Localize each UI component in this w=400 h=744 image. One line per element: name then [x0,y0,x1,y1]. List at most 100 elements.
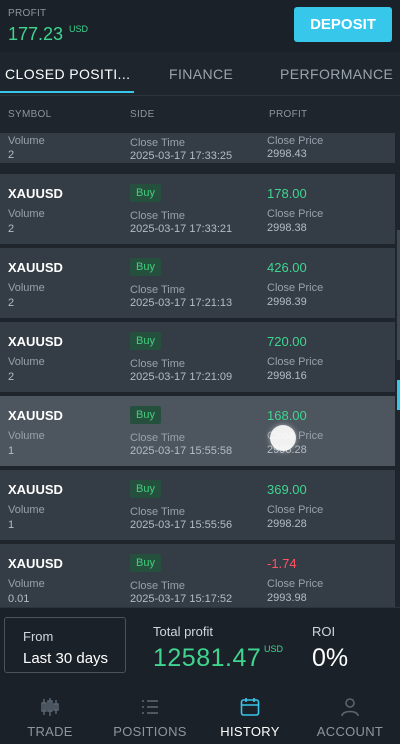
candlestick-icon [41,698,59,716]
side-badge: Buy [130,184,161,202]
close-time-value: 2025-03-17 17:33:25 [130,150,233,162]
profit-value: -1.74 [267,556,297,571]
volume-value: 0.01 [8,593,30,605]
volume-value: 1 [8,445,15,457]
position-row[interactable]: XAUUSD Volume 2 Buy Close Time 2025-03-1… [0,248,395,318]
close-time-label: Close Time [130,137,186,149]
close-price-value: 2998.39 [267,296,307,308]
nav-trade[interactable]: TRADE [0,684,100,744]
profit-unit: USD [69,24,89,34]
date-range-value: Last 30 days [23,650,109,667]
close-time-value: 2025-03-17 17:21:09 [130,371,233,383]
profit-value: 426.00 [267,260,307,275]
side-badge: Buy [130,406,161,424]
profit-value: 720.00 [267,334,307,349]
position-row[interactable]: XAUUSD Volume 2 Buy Close Time 2025-03-1… [0,322,395,392]
total-profit-unit: USD [264,644,284,654]
nav-history-label: HISTORY [220,724,280,739]
volume-value: 2 [8,223,15,235]
profit-value: 177.23 [8,24,64,44]
close-time-value: 2025-03-17 15:55:58 [130,445,233,457]
side-badge: Buy [130,332,161,350]
close-price-label: Close Price [267,208,324,220]
nav-positions-label: POSITIONS [113,724,187,739]
top-bar: PROFIT 177.23 USD DEPOSIT [0,0,400,52]
list-icon [142,700,158,714]
nav-positions[interactable]: POSITIONS [100,684,200,744]
close-price-value: 2998.38 [267,222,307,234]
close-time-label: Close Time [130,580,186,592]
symbol: XAUUSD [8,482,63,497]
symbol: XAUUSD [8,556,63,571]
user-icon [341,698,359,717]
total-profit-label: Total profit [153,624,213,639]
close-time-value: 2025-03-17 17:33:21 [130,223,233,235]
close-price-value: 2998.43 [267,148,307,160]
roi-label: ROI [312,624,336,639]
close-price-value: 2998.16 [267,370,307,382]
close-price-label: Close Price [267,282,324,294]
calendar-icon [240,698,260,716]
symbol: XAUUSD [8,408,63,423]
close-time-label: Close Time [130,210,186,222]
close-price-label: Close Price [267,135,324,147]
tab-closed-positions[interactable]: CLOSED POSITI... [5,52,130,95]
close-price-label: Close Price [267,356,324,368]
profit-label: PROFIT [8,8,47,19]
volume-label: Volume [8,356,45,368]
tab-performance[interactable]: PERFORMANCE [280,52,393,95]
volume-value: 2 [8,371,15,383]
volume-label: Volume [8,208,45,220]
touch-indicator [270,425,296,451]
close-time-value: 2025-03-17 15:55:56 [130,519,233,531]
nav-account-label: ACCOUNT [316,724,384,739]
position-row[interactable]: XAUUSD Volume 2 Buy Close Time 2025-03-1… [0,174,395,244]
profit-value: 178.00 [267,186,307,201]
close-price-label: Close Price [267,578,324,590]
active-tab-indicator [0,91,134,93]
volume-label: Volume [8,504,45,516]
column-profit: PROFIT [269,109,308,120]
volume-label: Volume [8,135,45,147]
nav-trade-label: TRADE [27,724,73,739]
position-row[interactable]: XAUUSD Volume 1 Buy Close Time 2025-03-1… [0,470,395,540]
volume-value: 2 [8,149,15,161]
close-price-value: 2993.98 [267,592,307,604]
close-time-value: 2025-03-17 15:17:52 [130,593,233,605]
history-tabs: CLOSED POSITI... FINANCE PERFORMANCE [0,52,400,95]
close-price-label: Close Price [267,504,324,516]
position-row-selected[interactable]: XAUUSD Volume 1 Buy Close Time 2025-03-1… [0,396,395,466]
date-range-label: From [23,629,54,644]
nav-history[interactable]: HISTORY [200,684,300,744]
tab-finance[interactable]: FINANCE [169,52,233,95]
close-time-label: Close Time [130,358,186,370]
date-range-selector[interactable]: From Last 30 days [4,617,126,673]
column-side: SIDE [130,109,155,120]
column-header: SYMBOL SIDE PROFIT [0,95,400,133]
close-time-value: 2025-03-17 17:21:13 [130,297,233,309]
volume-value: 1 [8,519,15,531]
side-badge: Buy [130,258,161,276]
position-row[interactable]: Volume 2 Close Time 2025-03-17 17:33:25 … [0,133,395,163]
nav-account[interactable]: ACCOUNT [300,684,400,744]
volume-value: 2 [8,297,15,309]
closed-positions-list[interactable]: Volume 2 Close Time 2025-03-17 17:33:25 … [0,133,400,607]
roi-value: 0% [312,644,349,672]
total-profit-value: 12581.47 [153,644,262,672]
side-badge: Buy [130,554,161,572]
profit-value: 369.00 [267,482,307,497]
volume-label: Volume [8,282,45,294]
symbol: XAUUSD [8,334,63,349]
symbol: XAUUSD [8,186,63,201]
profit-summary: From Last 30 days Total profit 12581.47 … [0,607,400,684]
close-time-label: Close Time [130,506,186,518]
symbol: XAUUSD [8,260,63,275]
deposit-button[interactable]: DEPOSIT [294,7,392,42]
close-price-value: 2998.28 [267,518,307,530]
close-time-label: Close Time [130,284,186,296]
position-row[interactable]: XAUUSD Volume 0.01 Buy Close Time 2025-0… [0,544,395,607]
column-symbol: SYMBOL [8,109,52,120]
volume-label: Volume [8,578,45,590]
side-badge: Buy [130,480,161,498]
close-time-label: Close Time [130,432,186,444]
